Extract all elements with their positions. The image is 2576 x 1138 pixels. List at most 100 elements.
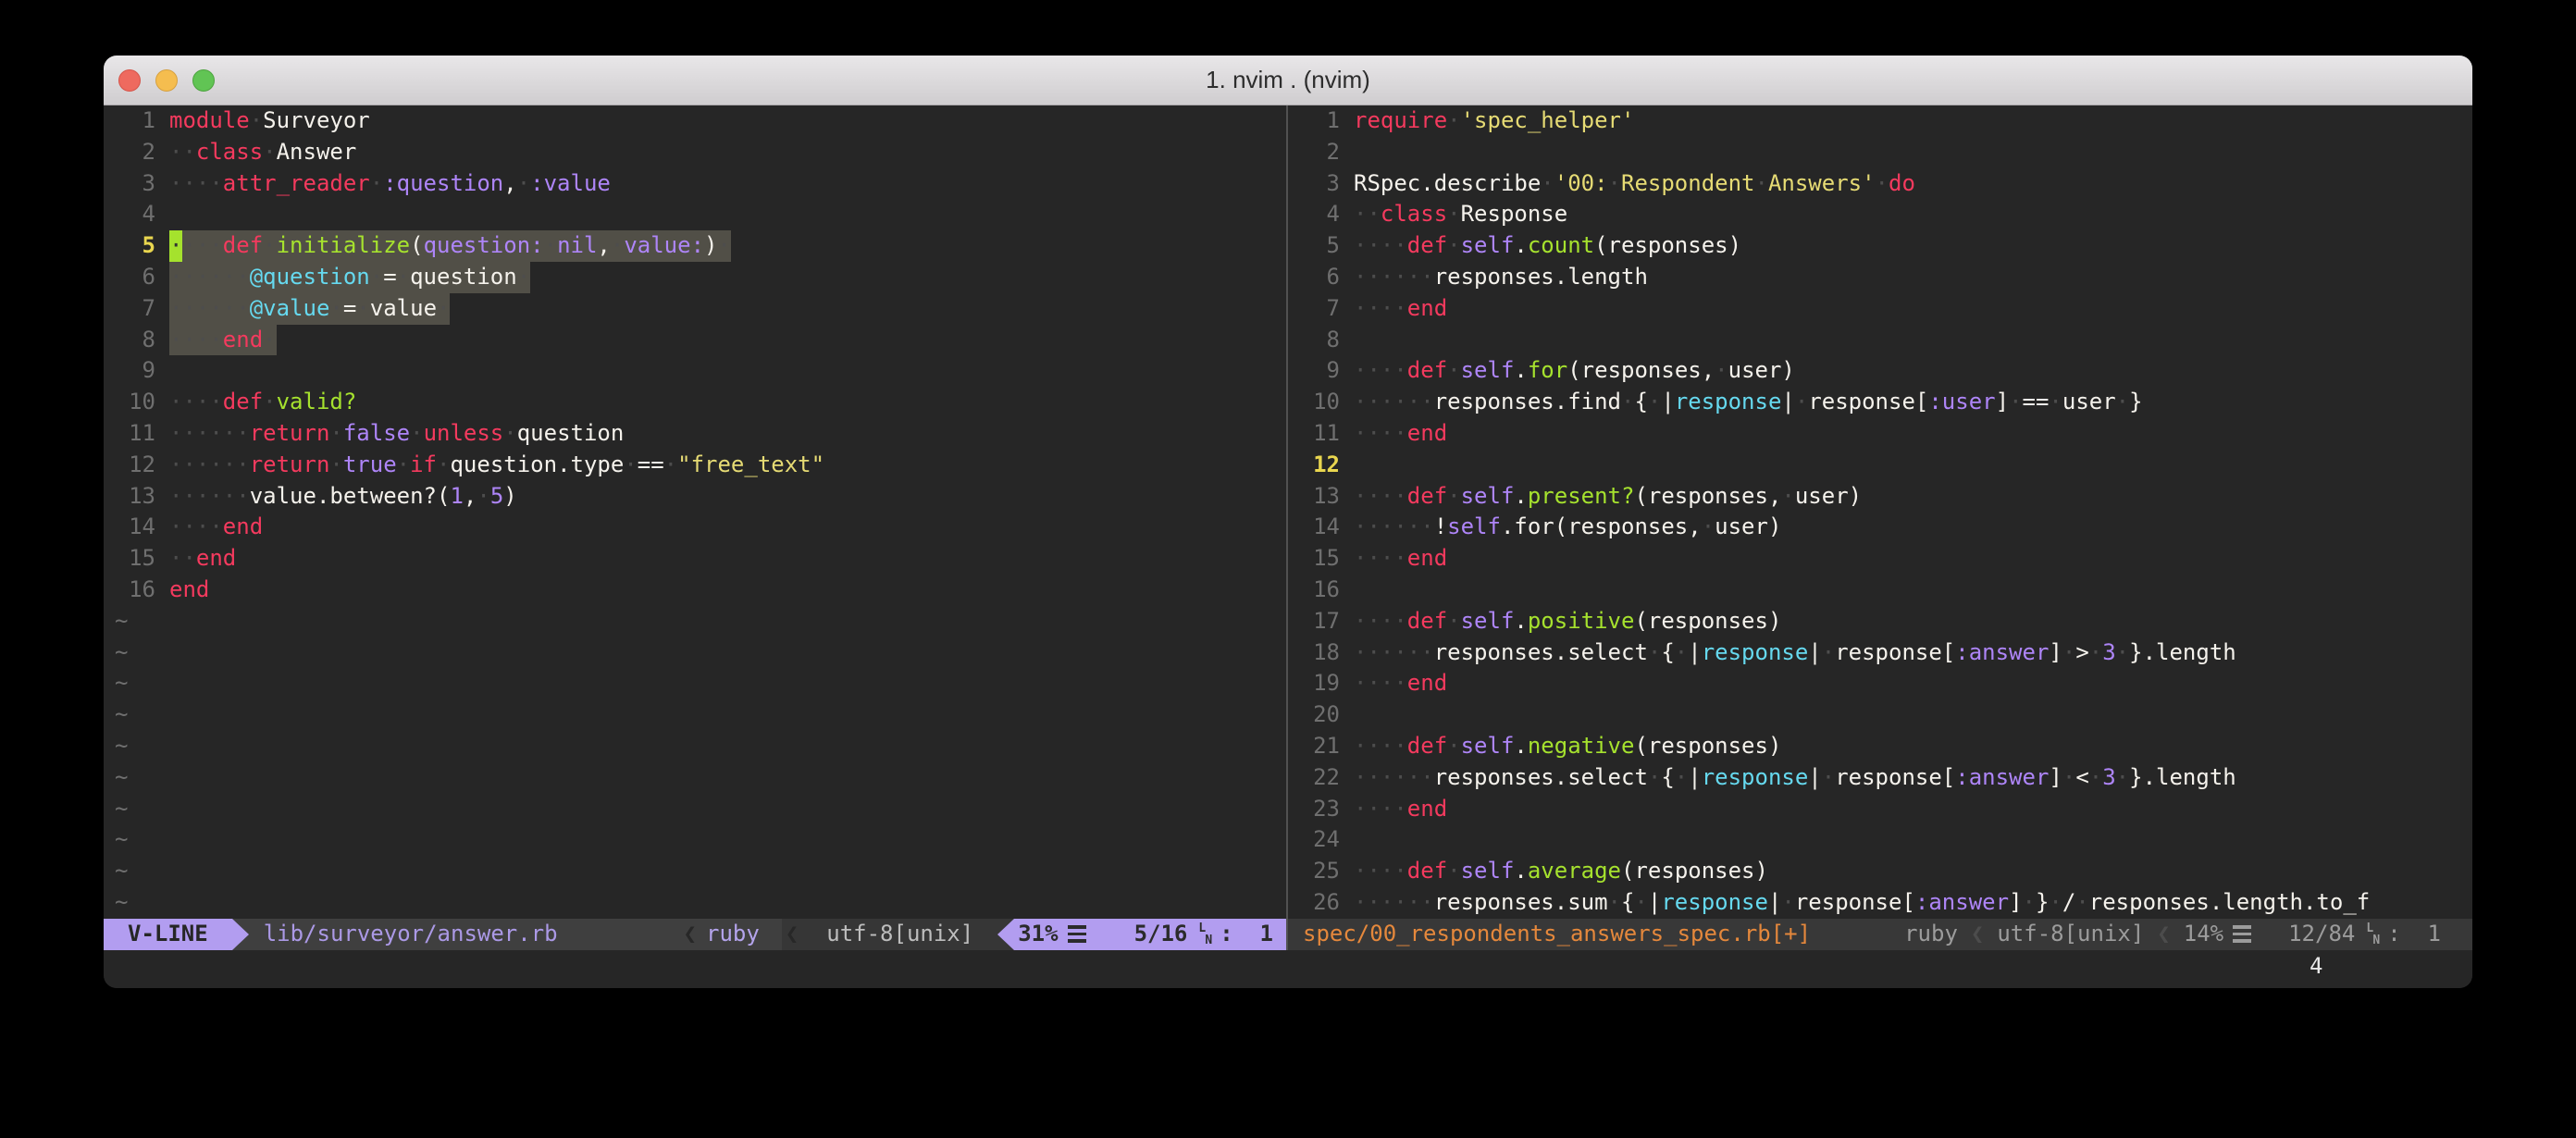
code-line[interactable]: 19····end bbox=[1288, 668, 2472, 699]
position-segment: 31% 5/16 LN : 1 bbox=[1014, 919, 1286, 950]
code-line[interactable]: 11······return·false·unless·question bbox=[104, 418, 1286, 450]
code-line[interactable]: 5····def·initialize(question:·nil,·value… bbox=[104, 230, 1286, 262]
code-line[interactable]: 13······value.between?(1,·5) bbox=[104, 481, 1286, 513]
code-line[interactable]: 18······responses.select·{·|response|·re… bbox=[1288, 637, 2472, 669]
code-line[interactable]: 13····def·self.present?(responses,·user) bbox=[1288, 481, 2472, 513]
code-line[interactable]: 2 bbox=[1288, 137, 2472, 168]
statusline-right: spec/00_respondents_answers_spec.rb[+] r… bbox=[1288, 919, 2472, 950]
code-area-right[interactable]: 1require·'spec_helper'23RSpec.describe·'… bbox=[1288, 105, 2472, 919]
line-position: 5/16 bbox=[1134, 919, 1188, 950]
line-number: 1 bbox=[104, 105, 155, 137]
line-number: 2 bbox=[1288, 137, 1340, 168]
code-line[interactable]: 12······return·true·if·question.type·==·… bbox=[104, 450, 1286, 481]
whitespace-dot: ······ bbox=[169, 264, 250, 290]
colon-separator: : bbox=[1220, 919, 1259, 950]
filetype: ruby bbox=[700, 919, 782, 950]
whitespace-dot: ···· bbox=[169, 389, 223, 414]
titlebar[interactable]: 1. nvim . (nvim) bbox=[104, 56, 2472, 105]
whitespace-dot: · bbox=[370, 170, 383, 196]
terminal-content: 1module·Surveyor2··class·Answer3····attr… bbox=[104, 105, 2472, 988]
whitespace-dot: · bbox=[2116, 639, 2129, 665]
tilde-marker: ~ bbox=[104, 794, 128, 825]
code-line[interactable]: 1require·'spec_helper' bbox=[1288, 105, 2472, 137]
code-line[interactable]: 26······responses.sum·{·|response|·respo… bbox=[1288, 887, 2472, 919]
empty-line: ~ bbox=[104, 762, 1286, 794]
filetype: ruby bbox=[1904, 919, 1958, 950]
code-line[interactable]: 14····end bbox=[104, 512, 1286, 543]
code-line[interactable]: 17····def·self.positive(responses) bbox=[1288, 606, 2472, 637]
code-line[interactable]: 8····end· bbox=[104, 325, 1286, 356]
close-button[interactable] bbox=[118, 69, 141, 92]
code-line[interactable]: 15··end bbox=[104, 543, 1286, 575]
encoding: utf-8[unix] bbox=[802, 919, 997, 950]
code-line[interactable]: 11····end bbox=[1288, 418, 2472, 450]
whitespace-dot: ···· bbox=[1354, 858, 1407, 884]
code-line[interactable]: 4 bbox=[104, 199, 1286, 230]
line-number: 11 bbox=[104, 418, 155, 450]
whitespace-dot: ···· bbox=[1354, 483, 1407, 509]
code-line[interactable]: 24 bbox=[1288, 824, 2472, 856]
code-line[interactable]: 16end bbox=[104, 575, 1286, 606]
code-line[interactable]: 3····attr_reader·:question,·:value bbox=[104, 168, 1286, 200]
code-line[interactable]: 9 bbox=[104, 355, 1286, 387]
scroll-percent: 31% bbox=[1018, 919, 1058, 950]
code-line[interactable]: 8 bbox=[1288, 325, 2472, 356]
code-line[interactable]: 7······@value·=·value· bbox=[104, 293, 1286, 325]
whitespace-dot: · bbox=[1822, 764, 1835, 790]
whitespace-dot: ······ bbox=[1354, 889, 1434, 915]
whitespace-dot: · bbox=[1675, 764, 1688, 790]
code-line[interactable]: 2··class·Answer bbox=[104, 137, 1286, 168]
scroll-percent: 14% bbox=[2184, 919, 2223, 950]
file-path: lib/surveyor/answer.rb bbox=[249, 919, 680, 950]
line-number: 14 bbox=[104, 512, 155, 543]
whitespace-dot: · bbox=[2089, 764, 2102, 790]
line-number: 5 bbox=[1288, 230, 1340, 262]
code-line[interactable]: 9····def·self.for(responses,·user) bbox=[1288, 355, 2472, 387]
tilde-marker: ~ bbox=[104, 762, 128, 794]
code-line[interactable]: 12 bbox=[1288, 450, 2472, 481]
tilde-marker: ~ bbox=[104, 731, 128, 762]
whitespace-dot: · bbox=[1648, 764, 1661, 790]
code-line[interactable]: 21····def·self.negative(responses) bbox=[1288, 731, 2472, 762]
code-line[interactable]: 10····def·valid? bbox=[104, 387, 1286, 418]
chevron-left-icon: ❮ bbox=[782, 919, 802, 950]
column-number: 1 bbox=[2428, 919, 2441, 950]
code-line[interactable]: 5····def·self.count(responses) bbox=[1288, 230, 2472, 262]
code-line[interactable]: 25····def·self.average(responses) bbox=[1288, 856, 2472, 887]
code-line[interactable]: 15····end bbox=[1288, 543, 2472, 575]
code-line[interactable]: 23····end bbox=[1288, 794, 2472, 825]
code-line[interactable]: 4··class·Response bbox=[1288, 199, 2472, 230]
code-line[interactable]: 6······responses.length bbox=[1288, 262, 2472, 293]
code-line[interactable]: 14······!self.for(responses,·user) bbox=[1288, 512, 2472, 543]
chevron-left-icon: ❮ bbox=[2144, 919, 2183, 950]
line-number: 8 bbox=[1288, 325, 1340, 356]
code-line[interactable]: 7····end bbox=[1288, 293, 2472, 325]
code-line[interactable]: 6······@question·=·question· bbox=[104, 262, 1286, 293]
empty-line: ~ bbox=[104, 856, 1286, 887]
code-line[interactable]: 16 bbox=[1288, 575, 2472, 606]
line-number: 16 bbox=[104, 575, 155, 606]
code-line[interactable]: 3RSpec.describe·'00:·Respondent·Answers'… bbox=[1288, 168, 2472, 200]
minimize-button[interactable] bbox=[155, 69, 178, 92]
whitespace-dot: · bbox=[1876, 170, 1889, 196]
whitespace-dot: · bbox=[1675, 639, 1688, 665]
line-number: 21 bbox=[1288, 731, 1340, 762]
whitespace-dot: · bbox=[1755, 170, 1768, 196]
code-line[interactable]: 20 bbox=[1288, 699, 2472, 731]
code-line[interactable]: 1module·Surveyor bbox=[104, 105, 1286, 137]
whitespace-dot: · bbox=[503, 420, 516, 446]
zoom-button[interactable] bbox=[192, 69, 215, 92]
whitespace-dot: ······ bbox=[169, 420, 250, 446]
code-area-left[interactable]: 1module·Surveyor2··class·Answer3····attr… bbox=[104, 105, 1286, 919]
line-number-icon: LN bbox=[2366, 922, 2380, 946]
code-line[interactable]: 22······responses.select·{·|response|·re… bbox=[1288, 762, 2472, 794]
statusline-left: V-LINE lib/surveyor/answer.rb ❮ ruby ❮ u… bbox=[104, 919, 1286, 950]
whitespace-dot: · bbox=[1447, 232, 1460, 258]
pending-command-count: 4 bbox=[2310, 950, 2322, 982]
whitespace-dot: · bbox=[1781, 889, 1794, 915]
whitespace-dot: · bbox=[437, 451, 450, 477]
code-line[interactable]: 10······responses.find·{·|response|·resp… bbox=[1288, 387, 2472, 418]
line-number: 3 bbox=[104, 168, 155, 200]
whitespace-dot: ···· bbox=[1354, 545, 1407, 571]
whitespace-dot: · bbox=[2116, 764, 2129, 790]
